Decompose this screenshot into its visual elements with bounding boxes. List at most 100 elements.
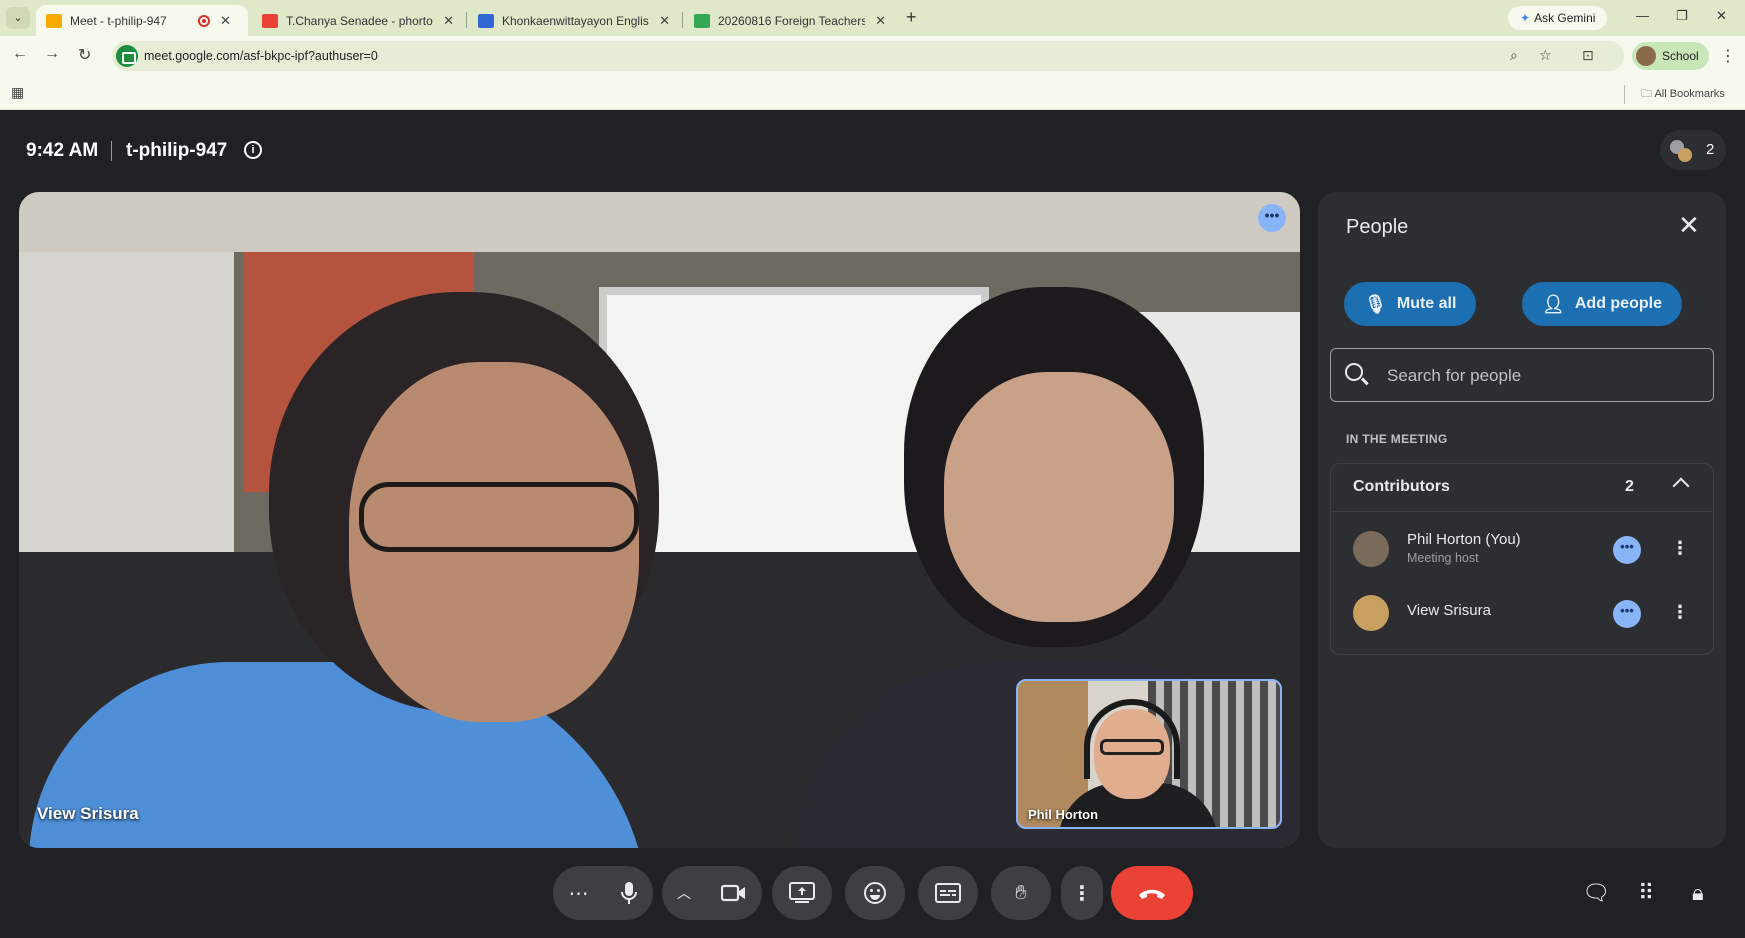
captions-button[interactable] <box>918 866 978 920</box>
ask-gemini-button[interactable]: ✦ Ask Gemini <box>1508 6 1608 30</box>
audio-options-icon[interactable]: ⋯ <box>569 881 589 906</box>
profile-label: School <box>1662 49 1699 63</box>
mic-control: ⋯ <box>553 866 653 920</box>
activities-grid-icon[interactable]: ⠿ <box>1638 880 1654 906</box>
window-close-icon[interactable]: ✕ <box>1716 8 1727 24</box>
video-scene <box>19 192 1300 252</box>
tab-meet[interactable]: Meet - t-philip-947 ✕ <box>36 5 248 36</box>
close-panel-icon[interactable]: ✕ <box>1678 212 1700 238</box>
more-options-icon[interactable]: ⋮ <box>1671 538 1689 559</box>
participant-row: Phil Horton (You) Meeting host ••• ⋮ <box>1331 518 1713 578</box>
captions-icon <box>935 883 961 903</box>
new-tab-icon[interactable]: + <box>906 7 917 28</box>
present-button[interactable] <box>772 866 832 920</box>
camera-icon[interactable] <box>721 884 747 902</box>
leave-call-button[interactable] <box>1111 866 1193 920</box>
tab-title: Khonkaenwittayayon English P <box>502 13 649 28</box>
meet-favicon-icon <box>46 13 62 28</box>
participant-avatar <box>1353 531 1389 567</box>
meeting-code: t-philip-947 <box>126 140 228 161</box>
doc-favicon-icon <box>478 13 494 28</box>
bookmark-star-icon[interactable]: ☆ <box>1539 47 1552 64</box>
self-view-tile[interactable]: Phil Horton <box>1016 679 1282 829</box>
drive-favicon-icon <box>694 13 710 28</box>
present-screen-icon <box>789 882 815 903</box>
add-people-label: Add people <box>1574 295 1662 312</box>
self-view-figure <box>1100 739 1164 755</box>
browser-toolbar: ← → ↻ meet.google.com/asf-bkpc-ipf?authu… <box>0 36 1745 76</box>
section-label: IN THE MEETING <box>1346 432 1448 446</box>
tab-drive[interactable]: 20260816 Foreign Teachers ON ✕ <box>684 5 896 36</box>
screenshot-icon[interactable]: ⊡ <box>1582 47 1594 64</box>
microphone-icon[interactable] <box>620 881 638 905</box>
apps-grid-icon[interactable]: ▦ <box>11 84 24 101</box>
browser-tab-strip: ⌄ Meet - t-philip-947 ✕ T.Chanya Senadee… <box>0 0 1745 36</box>
host-controls-icon[interactable]: 🔒︎ <box>1692 880 1704 906</box>
participant-role: Meeting host <box>1407 551 1479 565</box>
video-scene <box>19 252 234 552</box>
close-tab-icon[interactable]: ✕ <box>443 13 454 29</box>
participant-actions-icon[interactable]: ••• <box>1613 536 1641 564</box>
main-tile-name: View Srisura <box>37 804 139 823</box>
mute-all-button[interactable]: 🎙︎ Mute all <box>1344 282 1477 326</box>
ask-gemini-label: Ask Gemini <box>1534 11 1596 25</box>
minimize-icon[interactable]: — <box>1636 8 1649 23</box>
contributors-group: Contributors 2 Phil Horton (You) Meeting… <box>1330 463 1714 655</box>
reactions-button[interactable] <box>845 866 905 920</box>
close-tab-icon[interactable]: ✕ <box>659 13 670 29</box>
hand-icon: ✋︎ <box>1015 881 1027 904</box>
site-info-icon[interactable] <box>116 45 138 67</box>
tab-title: T.Chanya Senadee - phorton@ <box>286 13 433 28</box>
camera-control: ︿ <box>662 866 762 920</box>
chevron-up-icon[interactable] <box>1672 477 1690 495</box>
tab-khonkaen[interactable]: Khonkaenwittayayon English P ✕ <box>468 5 680 36</box>
search-icon <box>1345 363 1363 381</box>
chevron-up-icon[interactable]: ︿ <box>677 883 691 903</box>
profile-button[interactable]: School <box>1632 42 1709 70</box>
add-person-icon: 👤︎ <box>1542 293 1565 314</box>
tab-separator <box>682 12 683 28</box>
tile-options-icon[interactable]: ••• <box>1258 204 1286 232</box>
participant-count-button[interactable]: 2 <box>1660 130 1726 170</box>
restore-icon[interactable]: ❐ <box>1676 8 1688 24</box>
contributors-header[interactable]: Contributors 2 <box>1331 464 1713 512</box>
mute-all-label: Mute all <box>1396 295 1457 312</box>
people-search-input[interactable] <box>1387 363 1697 389</box>
raise-hand-button[interactable]: ✋︎ <box>991 866 1051 920</box>
tab-title: Meet - t-philip-947 <box>70 13 167 28</box>
more-vert-icon: ⋮ <box>1072 882 1092 905</box>
group-count: 2 <box>1625 478 1634 495</box>
participant-name: View Srisura <box>1407 602 1491 619</box>
forward-icon[interactable]: → <box>44 45 60 63</box>
tab-separator <box>466 12 467 28</box>
participant-actions-icon[interactable]: ••• <box>1613 600 1641 628</box>
participant-count: 2 <box>1706 141 1715 158</box>
back-icon[interactable]: ← <box>12 45 28 63</box>
browser-menu-icon[interactable]: ⋮ <box>1720 46 1736 66</box>
gmail-favicon-icon <box>262 13 278 28</box>
more-options-icon[interactable]: ⋮ <box>1671 602 1689 623</box>
meeting-info-icon[interactable]: i <box>244 141 262 159</box>
add-people-button[interactable]: 👤︎ Add people <box>1522 282 1682 326</box>
participant-avatar <box>1353 595 1389 631</box>
close-tab-icon[interactable]: ✕ <box>875 13 886 29</box>
participant-figure <box>944 372 1174 622</box>
end-call-icon <box>1139 889 1165 899</box>
zoom-icon[interactable]: ⌕ <box>1510 47 1518 64</box>
self-view-name: Phil Horton <box>1028 807 1099 822</box>
chat-icon[interactable]: 🗨︎ <box>1582 880 1610 906</box>
more-options-button[interactable]: ⋮ <box>1061 866 1103 920</box>
mic-off-icon: 🎙︎ <box>1364 293 1387 314</box>
group-name: Contributors <box>1353 478 1450 495</box>
reload-icon[interactable]: ↻ <box>78 45 91 65</box>
all-bookmarks-label: All Bookmarks <box>1654 88 1725 100</box>
participant-row: View Srisura ••• ⋮ <box>1331 582 1713 642</box>
emoji-icon <box>864 882 886 904</box>
tab-search-icon[interactable]: ⌄ <box>6 7 30 29</box>
address-bar[interactable]: meet.google.com/asf-bkpc-ipf?authuser=0 … <box>112 41 1624 71</box>
all-bookmarks-button[interactable]: 🗀 All Bookmarks <box>1624 85 1725 104</box>
gemini-star-icon: ✦ <box>1520 11 1531 25</box>
header-divider <box>111 141 112 161</box>
close-tab-icon[interactable]: ✕ <box>220 13 231 29</box>
tab-gmail[interactable]: T.Chanya Senadee - phorton@ ✕ <box>252 5 464 36</box>
